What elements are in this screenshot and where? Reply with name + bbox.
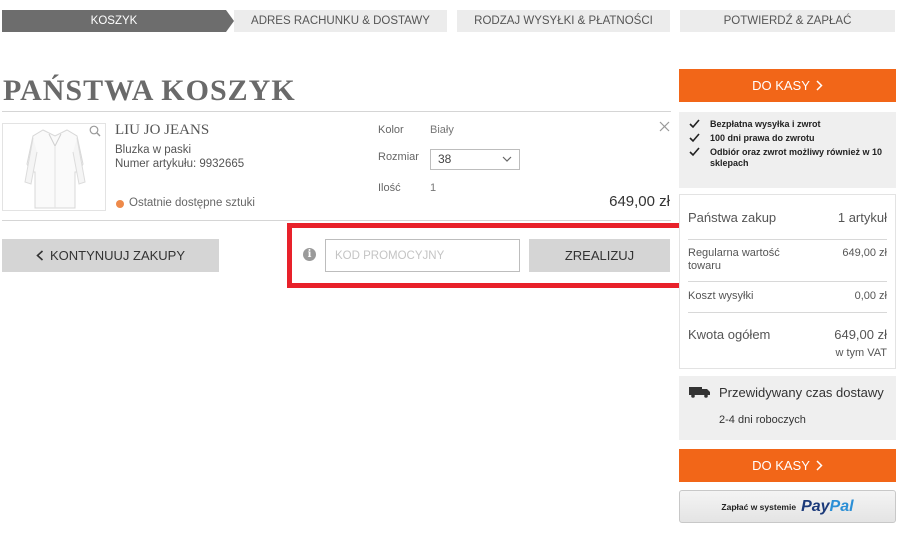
size-value: 38 xyxy=(438,152,452,166)
checkout-steps: KOSZYK ADRES RACHUNKU & DOSTAWY RODZAJ W… xyxy=(2,10,895,32)
zoom-icon[interactable] xyxy=(89,125,101,137)
chevron-right-icon xyxy=(816,460,823,471)
benefit-item: 100 dni prawa do zwrotu xyxy=(679,133,896,144)
chevron-left-icon xyxy=(36,250,43,261)
benefit-item: Bezpłatna wysyłka i zwrot xyxy=(679,119,896,130)
divider xyxy=(688,312,887,313)
check-icon xyxy=(689,133,700,143)
availability-status: Ostatnie dostępne sztuki xyxy=(129,197,255,209)
redeem-button[interactable]: ZREALIZUJ xyxy=(529,239,670,272)
step-address[interactable]: ADRES RACHUNKU & DOSTAWY xyxy=(234,10,447,32)
benefit-item: Odbiór oraz zwrot możliwy również w 10 s… xyxy=(679,147,896,169)
truck-icon xyxy=(689,387,710,398)
size-label: Rozmiar xyxy=(378,151,419,163)
step-shipping-payment[interactable]: RODZAJ WYSYŁKI & PŁATNOŚCI xyxy=(457,10,670,32)
delivery-estimate: Przewidywany czas dostawy 2-4 dni robocz… xyxy=(679,376,896,440)
close-icon[interactable] xyxy=(659,121,670,132)
availability-dot-icon xyxy=(116,200,124,208)
color-label: Kolor xyxy=(378,124,404,136)
color-value: Biały xyxy=(430,124,454,136)
paypal-logo: PayPal xyxy=(801,497,854,515)
size-select[interactable]: 38 xyxy=(430,149,520,170)
divider xyxy=(688,239,887,240)
divider xyxy=(2,220,671,221)
promo-code-input[interactable] xyxy=(325,239,520,272)
check-icon xyxy=(689,147,700,157)
step-separator xyxy=(226,10,234,32)
quantity-value: 1 xyxy=(430,182,437,194)
step-confirm-pay[interactable]: POTWIERDŹ & ZAPŁAĆ xyxy=(680,10,895,32)
info-icon[interactable]: i xyxy=(303,248,316,261)
benefits-box: Bezpłatna wysyłka i zwrot 100 dni prawa … xyxy=(679,112,896,188)
step-separator xyxy=(447,10,457,32)
divider xyxy=(688,281,887,282)
product-description: Bluzka w paski xyxy=(115,144,192,156)
blouse-image xyxy=(24,129,86,209)
quantity-label: Ilość xyxy=(378,182,401,194)
step-separator xyxy=(670,10,680,32)
continue-shopping-button[interactable]: KONTYNUUJ ZAKUPY xyxy=(2,239,219,272)
paypal-button[interactable]: Zapłać w systemie PayPal xyxy=(679,490,896,523)
chevron-down-icon xyxy=(502,156,512,162)
delivery-title: Przewidywany czas dostawy xyxy=(719,385,884,400)
check-icon xyxy=(689,119,700,129)
checkout-button-top[interactable]: DO KASY xyxy=(679,69,896,102)
divider xyxy=(2,111,671,112)
chevron-right-icon xyxy=(816,80,823,91)
item-price: 649,00 zł xyxy=(609,193,670,210)
product-brand[interactable]: LIU JO JEANS xyxy=(115,122,209,139)
page-title: PAŃSTWA KOSZYK xyxy=(3,74,296,107)
order-summary: Państwa zakup 1 artykuł Regularna wartoś… xyxy=(679,194,896,369)
delivery-time: 2-4 dni roboczych xyxy=(719,414,806,426)
checkout-button-bottom[interactable]: DO KASY xyxy=(679,449,896,482)
product-article-number: Numer artykułu: 9932665 xyxy=(115,158,245,170)
step-cart[interactable]: KOSZYK xyxy=(2,10,226,32)
paypal-prefix: Zapłać w systemie xyxy=(721,501,797,512)
